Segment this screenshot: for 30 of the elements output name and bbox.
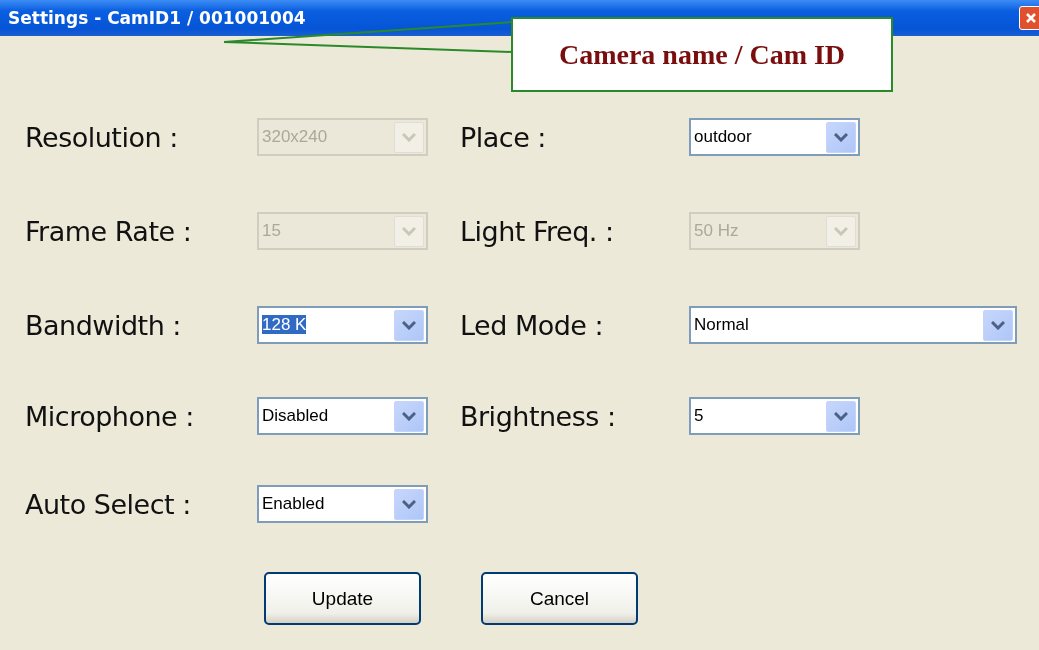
dropdown[interactable]: Enabled: [257, 485, 428, 523]
field-label: Led Mode :: [460, 309, 605, 341]
window-title: Settings - CamID1 / 001001004: [8, 8, 306, 28]
chevron-down-icon: [402, 411, 416, 421]
close-button[interactable]: [1019, 6, 1039, 30]
field-label: Resolution :: [25, 121, 179, 153]
field-label: Auto Select :: [25, 488, 192, 520]
dropdown[interactable]: Normal: [689, 306, 1017, 344]
dialog-button[interactable]: Update: [264, 572, 421, 625]
field-label: Microphone :: [25, 400, 195, 432]
dropdown[interactable]: 128 K: [257, 306, 428, 344]
field-label: Frame Rate :: [25, 215, 193, 247]
dialog-button[interactable]: Cancel: [481, 572, 638, 625]
chevron-down-icon: [834, 411, 848, 421]
chevron-down-icon: [402, 132, 416, 142]
chevron-down-icon: [834, 226, 848, 236]
chevron-down-icon: [402, 320, 416, 330]
close-icon: [1025, 12, 1037, 24]
chevron-down-icon: [402, 226, 416, 236]
dropdown[interactable]: 5: [689, 397, 860, 435]
field-label: Bandwidth :: [25, 309, 182, 341]
field-label: Brightness :: [460, 400, 617, 432]
chevron-down-icon: [402, 499, 416, 509]
chevron-down-icon: [991, 320, 1005, 330]
field-label: Light Freq. :: [460, 215, 615, 247]
field-label: Place :: [460, 121, 547, 153]
dropdown[interactable]: Disabled: [257, 397, 428, 435]
callout-label: Camera name / Cam ID: [511, 17, 893, 92]
chevron-down-icon: [834, 132, 848, 142]
dropdown[interactable]: outdoor: [689, 118, 860, 156]
